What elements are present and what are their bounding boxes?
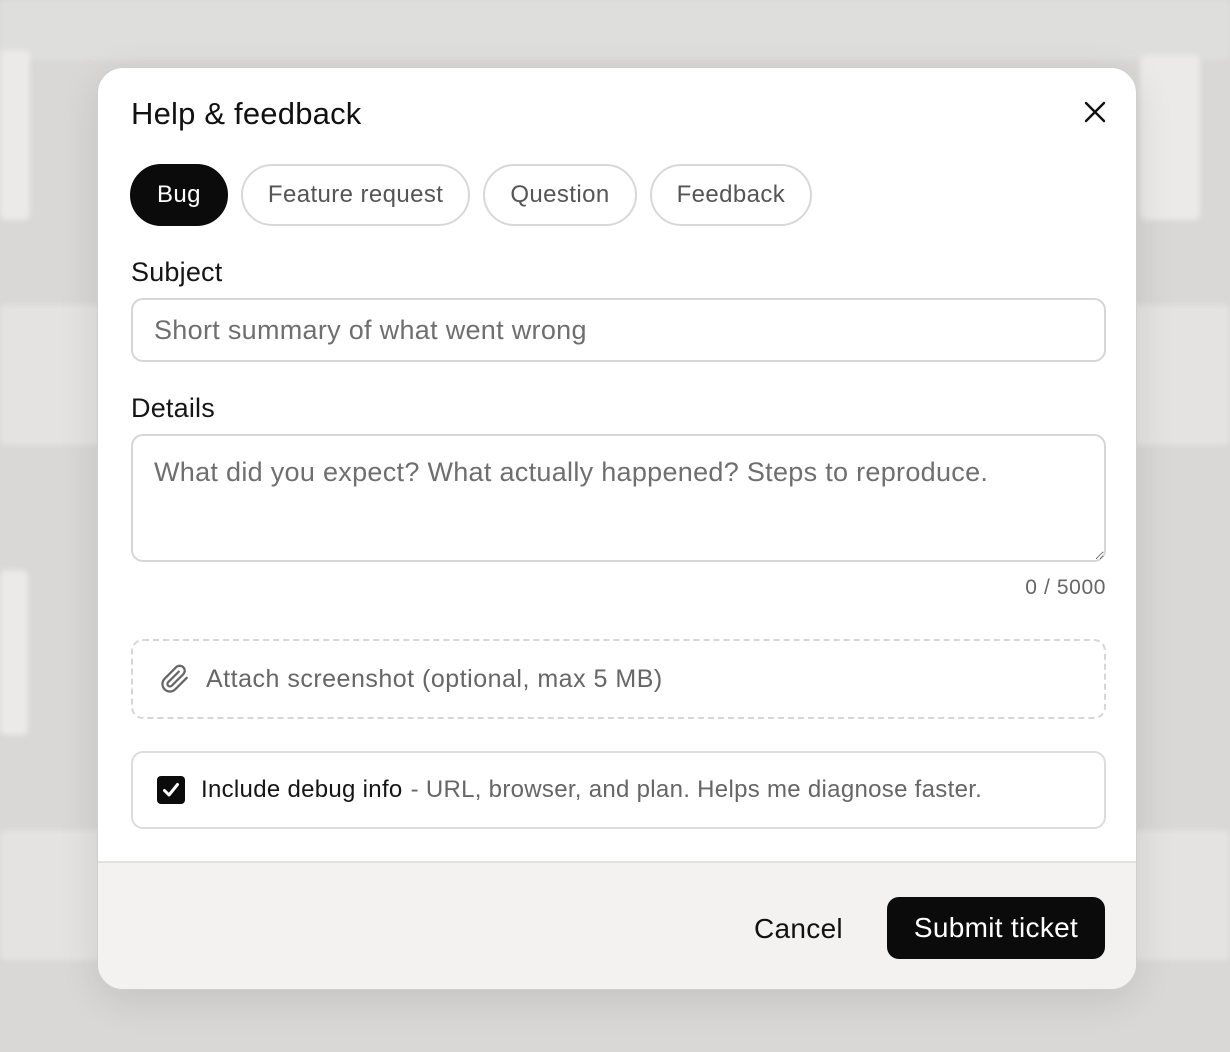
dialog-title: Help & feedback (131, 96, 362, 131)
background-panel (0, 50, 30, 220)
tab-feedback[interactable]: Feedback (649, 164, 813, 226)
submit-ticket-button[interactable]: Submit ticket (887, 897, 1105, 959)
character-counter: 0 / 5000 (1025, 576, 1106, 599)
checkmark-icon (163, 783, 179, 797)
tab-question[interactable]: Question (483, 164, 637, 226)
close-button[interactable] (1080, 97, 1110, 127)
details-label: Details (131, 393, 215, 423)
debug-info-checkbox[interactable] (157, 776, 185, 804)
ticket-type-tabs: Bug Feature request Question Feedback (130, 164, 813, 226)
paperclip-icon (161, 664, 188, 693)
background-panel (1140, 55, 1200, 220)
background-header (0, 0, 1230, 60)
subject-input[interactable] (131, 298, 1106, 362)
cancel-button[interactable]: Cancel (744, 899, 853, 959)
debug-info-label[interactable]: Include debug info (201, 776, 403, 804)
details-textarea[interactable] (131, 434, 1106, 562)
debug-info-option: Include debug info - URL, browser, and p… (131, 751, 1106, 829)
subject-label: Subject (131, 257, 223, 287)
debug-info-description: - URL, browser, and plan. Helps me diagn… (410, 776, 983, 803)
attach-screenshot-dropzone[interactable]: Attach screenshot (optional, max 5 MB) (131, 639, 1106, 719)
background-panel (0, 570, 28, 735)
help-feedback-dialog: Help & feedback Bug Feature request Ques… (97, 67, 1137, 990)
dialog-footer: Cancel Submit ticket (98, 861, 1136, 989)
close-icon (1084, 101, 1106, 123)
tab-feature-request[interactable]: Feature request (240, 164, 471, 226)
attach-label: Attach screenshot (optional, max 5 MB) (206, 664, 663, 693)
tab-bug[interactable]: Bug (130, 164, 228, 226)
